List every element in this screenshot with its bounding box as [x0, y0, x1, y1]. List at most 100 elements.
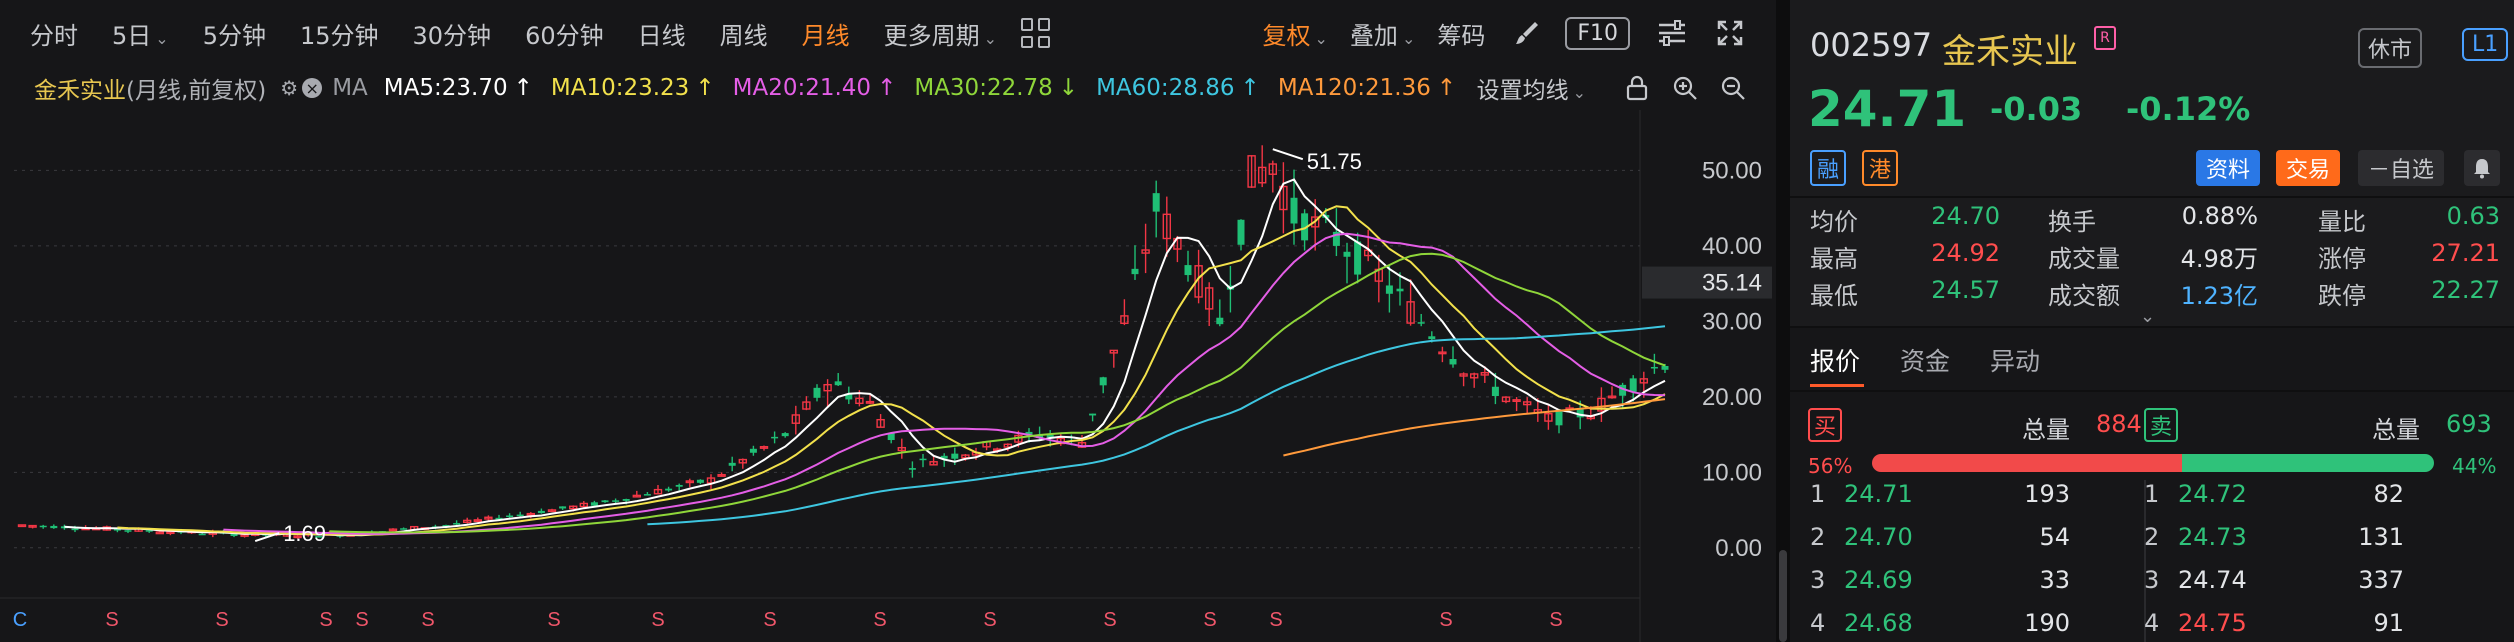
period-tab-4[interactable]: 30分钟: [413, 16, 492, 51]
tab-anomaly[interactable]: 异动: [1990, 342, 2040, 378]
stat-value: 4.98万: [2180, 245, 2258, 273]
candle-body: [559, 506, 567, 509]
candle-body: [230, 534, 238, 537]
ma-trend-arrow: ↑: [1436, 75, 1457, 101]
fuquan-dropdown[interactable]: 复权 ⌄: [1263, 16, 1328, 51]
candle-body: [781, 433, 789, 437]
ma-tools: 设置均线 ⌄: [1477, 66, 1748, 110]
period-tabs: 分时 5日 ⌄ 5分钟 15分钟 30分钟 60分钟 日线 周线 月线 更多周期 ⌄: [30, 16, 1031, 51]
zoom-in-icon[interactable]: [1670, 73, 1700, 103]
stat-value: 24.92: [1931, 239, 2000, 267]
gear-icon[interactable]: ⚙: [280, 76, 298, 100]
period-tab-label: 15分钟: [299, 21, 379, 50]
ma-value-1: MA10:23.23: [550, 75, 690, 101]
ma-setting-dropdown[interactable]: 设置均线 ⌄: [1477, 71, 1586, 105]
layout-grid-icon[interactable]: [1021, 18, 1051, 48]
stat-value: 27.21: [2431, 239, 2500, 267]
bell-icon[interactable]: [2464, 150, 2500, 186]
trade-button[interactable]: 交易: [2276, 150, 2341, 186]
period-tab-3[interactable]: 15分钟: [300, 16, 379, 51]
candle-body: [728, 462, 736, 466]
panel-splitter[interactable]: [1776, 0, 1790, 642]
period-tab-9[interactable]: 更多周期 ⌄: [884, 16, 997, 51]
asks-vol: 91: [2373, 609, 2404, 637]
kline-plot[interactable]: 50.00 40.00 30.00 20.00 10.00 0.00 35.14 51.75 1…: [0, 110, 1776, 642]
level-badge[interactable]: L1: [2462, 28, 2509, 61]
chart-stock-name: 金禾实业: [34, 78, 126, 104]
asks-price[interactable]: 24.74: [2178, 566, 2247, 594]
asks-price[interactable]: 24.72: [2178, 480, 2247, 508]
candle-body: [1354, 241, 1362, 275]
event-marker: S: [1439, 609, 1452, 631]
candle-body: [1099, 377, 1107, 386]
tab-quote[interactable]: 报价: [1810, 342, 1860, 378]
ma-trend-arrow: ↑: [513, 75, 533, 101]
event-marker: S: [651, 609, 664, 631]
f10-button[interactable]: F10: [1565, 16, 1630, 50]
period-tab-8[interactable]: 月线: [802, 16, 850, 51]
candle-body: [601, 500, 609, 503]
lock-icon[interactable]: [1622, 73, 1652, 103]
stock-code: 002597: [1810, 26, 1933, 64]
period-tab-5[interactable]: 60分钟: [525, 16, 604, 51]
zoom-out-icon[interactable]: [1718, 73, 1748, 103]
period-tab-1[interactable]: 5日 ⌄: [112, 16, 169, 51]
chip-distribution-button[interactable]: 筹码: [1437, 16, 1485, 51]
chevron-down-icon[interactable]: ⌄: [2140, 306, 2155, 327]
fullscreen-icon[interactable]: [1714, 17, 1746, 49]
bids-n: 1: [1810, 480, 1826, 508]
candle-body: [71, 528, 79, 531]
stock-name: 金禾实业: [1942, 32, 2078, 72]
event-marker: S: [983, 609, 996, 631]
asks-price[interactable]: 24.73: [2178, 523, 2247, 551]
bids-price[interactable]: 24.68: [1844, 609, 1913, 637]
candle-body: [1650, 366, 1658, 369]
candle-body: [1152, 193, 1160, 212]
bids-price[interactable]: 24.70: [1844, 523, 1913, 551]
period-tab-2[interactable]: 5分钟: [203, 16, 266, 51]
stat-value: 24.57: [1931, 276, 2000, 304]
current-price-label: 35.14: [1702, 270, 1762, 297]
bids-price[interactable]: 24.69: [1844, 566, 1913, 594]
overlay-dropdown[interactable]: 叠加 ⌄: [1350, 16, 1415, 51]
bids-price[interactable]: 24.71: [1844, 480, 1913, 508]
tab-funds[interactable]: 资金: [1900, 342, 1950, 378]
settings-sliders-icon[interactable]: [1656, 17, 1688, 49]
candle-body: [1661, 365, 1669, 370]
period-tab-label: 30分钟: [412, 21, 492, 50]
candle-body: [453, 523, 461, 525]
period-tab-6[interactable]: 日线: [638, 16, 686, 51]
event-marker: S: [1103, 609, 1116, 631]
candle-body: [39, 525, 47, 528]
close-icon[interactable]: ×: [302, 78, 323, 98]
candle-body: [622, 498, 630, 501]
candle-body: [951, 453, 959, 459]
info-button[interactable]: 资料: [2196, 150, 2261, 186]
splitter-scrollbar[interactable]: [1779, 550, 1787, 642]
price-change-pct: -0.12%: [2126, 90, 2251, 128]
bids-n: 2: [1810, 523, 1826, 551]
r-badge: R: [2094, 26, 2116, 50]
ma-value-0: MA5:23.70: [383, 75, 508, 101]
period-tab-0[interactable]: 分时: [30, 16, 78, 51]
max-arrow: [1272, 148, 1304, 161]
stat-label: 成交额: [2048, 282, 2120, 310]
brush-icon[interactable]: [1511, 17, 1543, 49]
remove-watchlist-button[interactable]: －自选: [2358, 150, 2445, 186]
y-tick-label: 20.00: [1702, 384, 1762, 411]
period-tab-7[interactable]: 周线: [720, 16, 768, 51]
asks-price[interactable]: 24.75: [2178, 609, 2247, 637]
y-tick-label: 40.00: [1702, 233, 1762, 260]
ma-line-60: [647, 325, 1666, 526]
stat-value: 24.70: [1931, 202, 2000, 230]
event-marker: S: [1269, 609, 1282, 631]
period-tab-label: 5分钟: [202, 21, 266, 50]
stat-label: 最高: [1810, 245, 1858, 273]
quote-panel: 002597 金禾实业 R 休市 L1 24.71 -0.03 -0.12% 融…: [1790, 0, 2514, 642]
ma-value-5: MA120:21.36: [1277, 75, 1431, 101]
candle-body: [1184, 265, 1192, 276]
period-tab-label: 周线: [719, 21, 768, 50]
period-tab-label: 日线: [637, 21, 686, 50]
candle-body: [908, 468, 916, 470]
ma-line-20: [223, 232, 1666, 535]
